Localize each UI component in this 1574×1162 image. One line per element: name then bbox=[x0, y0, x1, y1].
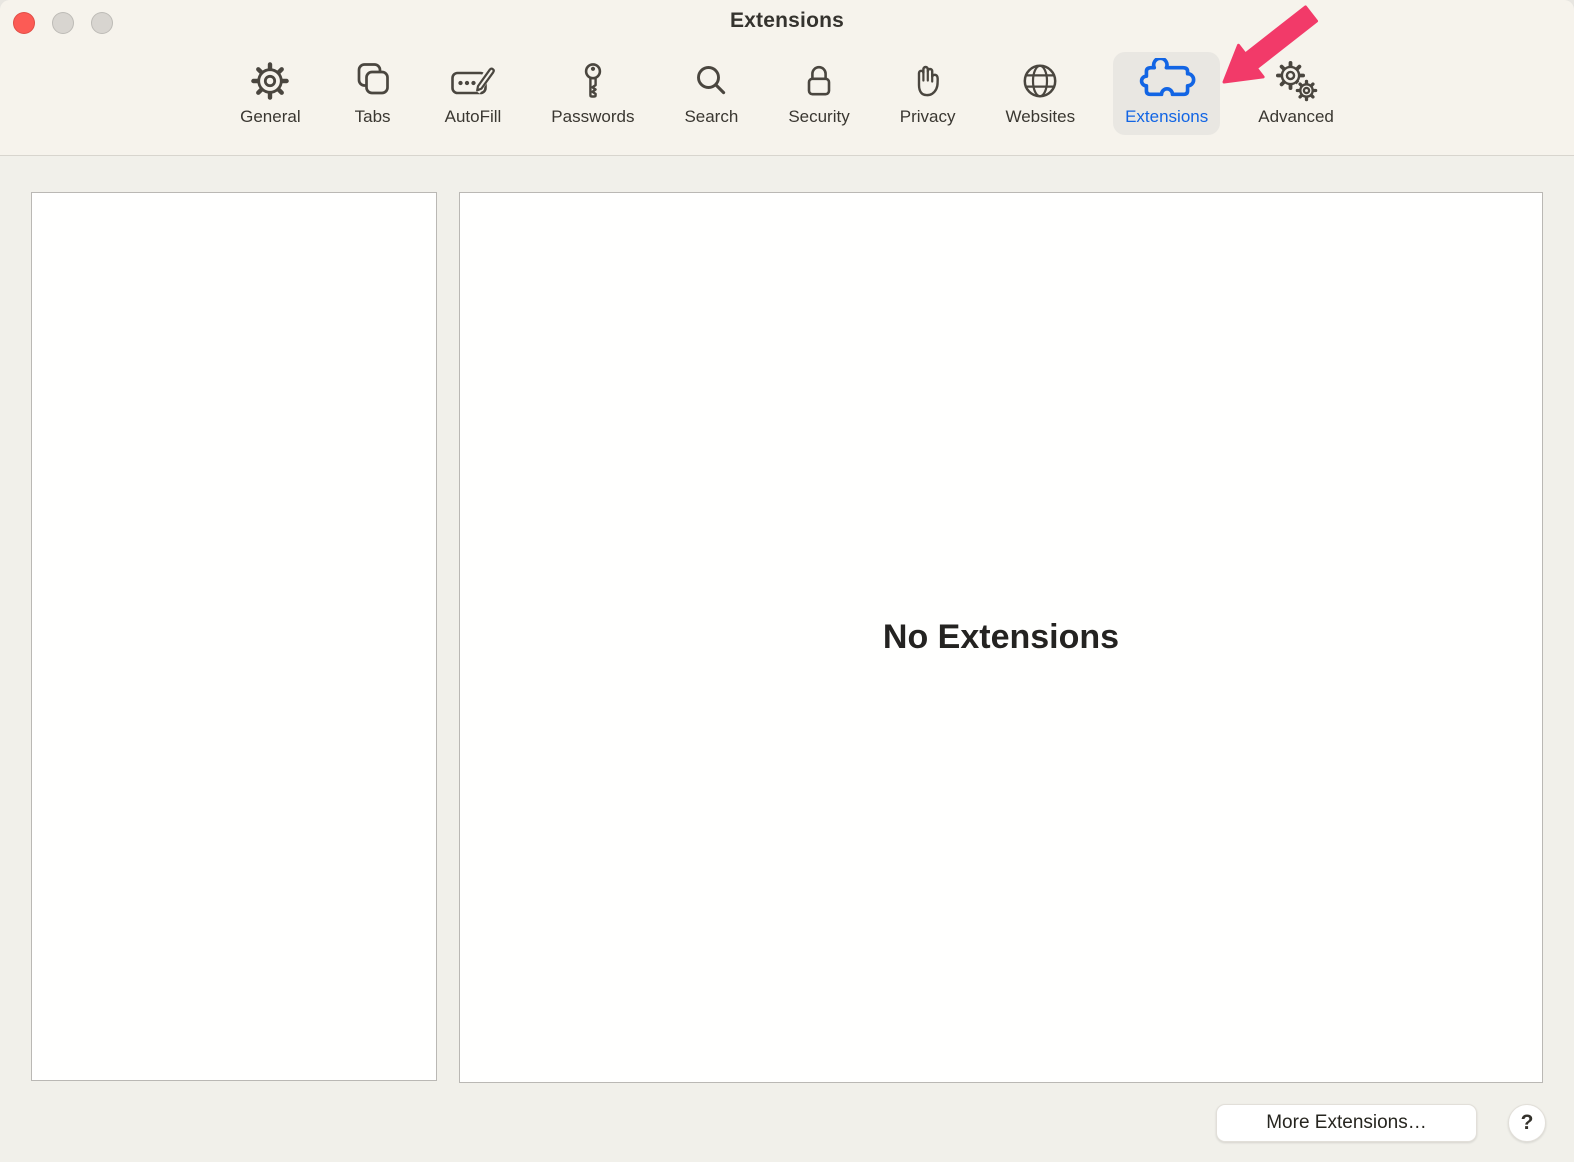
tab-label: Passwords bbox=[551, 107, 635, 126]
safari-preferences-window: Extensions General Tabs AutoFill Passwor… bbox=[0, 0, 1574, 1162]
gear-icon bbox=[248, 57, 292, 105]
puzzle-piece-icon bbox=[1137, 57, 1197, 105]
lock-icon bbox=[797, 57, 841, 105]
key-icon bbox=[571, 57, 615, 105]
tab-label: Security bbox=[788, 107, 850, 126]
empty-state-title: No Extensions bbox=[882, 618, 1120, 656]
hand-icon bbox=[906, 57, 950, 105]
double-gear-icon bbox=[1273, 57, 1319, 105]
tab-label: Search bbox=[684, 107, 739, 126]
tab-label: Advanced bbox=[1258, 107, 1334, 126]
window-title: Extensions bbox=[729, 9, 845, 32]
titlebar-toolbar: Extensions General Tabs AutoFill Passwor… bbox=[0, 0, 1574, 156]
tab-label: Extensions bbox=[1125, 107, 1209, 126]
tab-extensions[interactable]: Extensions bbox=[1113, 52, 1221, 135]
tab-general[interactable]: General bbox=[228, 52, 312, 135]
tab-security[interactable]: Security bbox=[776, 52, 861, 135]
preferences-tab-bar: General Tabs AutoFill Passwords Search S… bbox=[0, 52, 1574, 135]
tab-advanced[interactable]: Advanced bbox=[1246, 52, 1346, 135]
more-extensions-button[interactable]: More Extensions… bbox=[1216, 1104, 1477, 1142]
tab-search[interactable]: Search bbox=[672, 52, 750, 135]
tab-passwords[interactable]: Passwords bbox=[539, 52, 646, 135]
tab-label: General bbox=[240, 107, 301, 126]
tab-label: Privacy bbox=[899, 107, 956, 126]
tab-privacy[interactable]: Privacy bbox=[888, 52, 968, 135]
extensions-list-panel bbox=[31, 192, 437, 1081]
tab-autofill[interactable]: AutoFill bbox=[433, 52, 514, 135]
card-pencil-icon bbox=[450, 57, 496, 105]
help-button[interactable]: ? bbox=[1508, 1104, 1546, 1142]
tab-websites[interactable]: Websites bbox=[993, 52, 1087, 135]
tab-label: AutoFill bbox=[444, 107, 502, 126]
globe-icon bbox=[1017, 57, 1063, 105]
tab-tabs[interactable]: Tabs bbox=[339, 52, 407, 135]
overlapping-squares-icon bbox=[351, 57, 395, 105]
tab-label: Tabs bbox=[354, 107, 391, 126]
tab-label: Websites bbox=[1005, 107, 1076, 126]
extension-detail-panel: No Extensions bbox=[459, 192, 1543, 1083]
magnifier-icon bbox=[689, 57, 733, 105]
